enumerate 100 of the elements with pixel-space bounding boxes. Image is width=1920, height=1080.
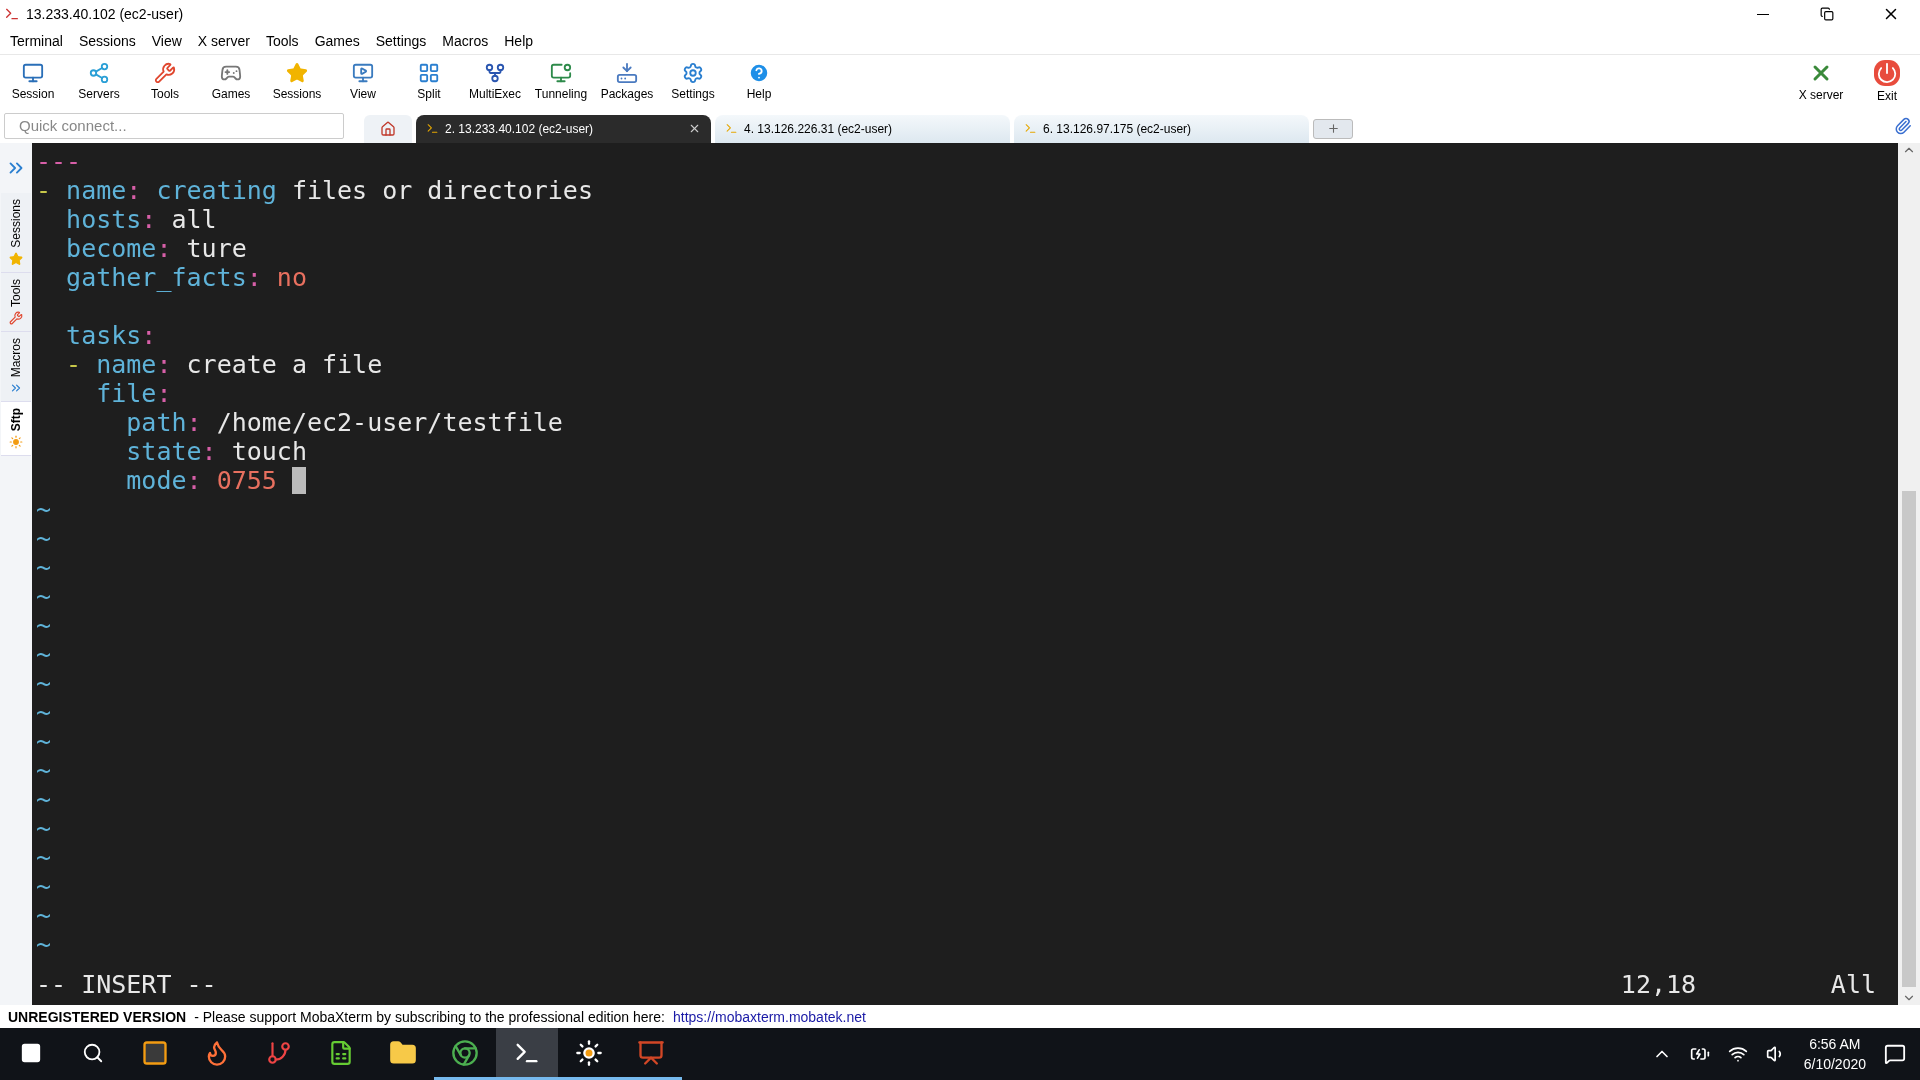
wrench-icon [154,62,176,85]
empty-line-marker: ~ [36,755,52,785]
wifi-icon[interactable] [1727,1044,1748,1064]
support-message: - Please support MobaXterm by subscribing to the professional edition here: [194,1008,665,1025]
power-icon [1874,60,1900,87]
folder-icon [389,1038,417,1067]
terminal-icon [725,122,738,136]
unregistered-label: UNREGISTERED VERSION [8,1008,187,1025]
toolbar-button[interactable]: X server [1788,54,1854,109]
quick-connect-field[interactable]: Quick connect... [4,112,344,139]
toolbar-button[interactable]: Help [726,54,792,109]
toolbar-button[interactable]: MultiExec [462,54,528,109]
empty-line-marker: ~ [36,668,52,698]
empty-line-marker: ~ [36,697,52,727]
monitor-icon [22,62,44,85]
menu-item[interactable]: Games [306,29,368,53]
monitor-icon [352,62,374,85]
restore-icon [1820,7,1834,21]
fork-icon [484,62,506,85]
wrench-icon [9,310,23,325]
editor-app-icon [141,1038,169,1067]
minimize-icon [1757,13,1769,15]
empty-line-marker: ~ [36,552,52,582]
website-link[interactable]: https://mobaxterm.mobatek.net [672,1008,866,1025]
code-line: --- [36,146,82,176]
toolbar-button[interactable]: View [330,54,396,109]
menu-item[interactable]: Sessions [70,29,144,53]
toolbar-button[interactable]: Settings [660,54,726,109]
code-line: gather_facts: no [65,262,307,292]
presentation-icon [637,1038,665,1067]
menu-item[interactable]: X server [189,29,258,53]
toolbar-button[interactable]: Tools [132,54,198,109]
session-tab[interactable]: 2. 13.233.40.102 (ec2-user) [416,114,711,143]
empty-line-marker: ~ [36,784,52,814]
session-tab[interactable]: 4. 13.126.226.31 (ec2-user) [715,114,1010,143]
empty-line-marker: ~ [36,726,52,756]
taskbar-app[interactable] [496,1028,558,1080]
notification-icon[interactable] [1884,1043,1906,1065]
toolbar-button[interactable]: Servers [66,54,132,109]
windows-icon [20,1041,42,1064]
sun-icon [575,1038,603,1067]
toolbar-button[interactable]: Split [396,54,462,109]
code-line: tasks: [65,320,157,350]
menu-item[interactable]: View [143,29,190,53]
app-icon [4,6,20,22]
sun-icon [9,435,23,450]
side-tab[interactable]: Sftp [1,401,31,457]
empty-line-marker: ~ [36,494,52,524]
home-icon [380,120,396,137]
gear-icon [682,62,704,85]
menu-item[interactable]: Help [496,29,542,53]
side-tab[interactable]: Tools [1,272,31,332]
empty-line-marker: ~ [36,929,52,959]
toolbar-button[interactable]: Packages [594,54,660,109]
code-line: - name: creating files or directories [36,175,593,205]
code-line: file: [95,378,172,408]
paperclip-icon[interactable] [1894,116,1912,135]
menu-item[interactable]: Macros [434,29,497,53]
empty-line-marker: ~ [36,610,52,640]
home-button[interactable] [364,114,412,143]
toolbar-button[interactable]: Games [198,54,264,109]
code-line: path: /home/ec2-user/testfile [125,407,563,437]
code-line: state: touch [125,436,307,466]
code-line: hosts: all [65,204,217,234]
help-icon [748,62,770,85]
scroll-position: All [1830,969,1876,999]
toolbar-button[interactable]: Session [0,54,66,109]
clock-time[interactable]: 6:56 AM [1809,1034,1861,1054]
monitor-icon [550,62,572,85]
toolbar-button[interactable]: Sessions [264,54,330,109]
menu-item[interactable]: Terminal [2,29,71,53]
spreadsheet-icon [328,1039,354,1066]
session-tab[interactable]: 6. 13.126.97.175 (ec2-user) [1014,114,1309,143]
terminal-icon [426,122,439,136]
cursor-position: 12,18 [1620,969,1698,999]
terminal-icon [1024,122,1037,136]
grid-icon [418,62,440,85]
editor-mode: -- INSERT -- [36,969,217,999]
plus-icon [1326,122,1340,136]
empty-line-marker: ~ [36,581,52,611]
toolbar-button[interactable]: Tunneling [528,54,594,109]
toolbar-button[interactable]: Exit [1854,54,1920,109]
menu-item[interactable]: Tools [257,29,307,53]
search-icon [82,1041,104,1064]
side-tab[interactable]: Macros [1,331,31,402]
empty-line-marker: ~ [36,871,52,901]
browser-icon [451,1038,479,1067]
empty-line-marker: ~ [36,639,52,669]
empty-line-marker: ~ [36,813,52,843]
side-tab[interactable]: Sessions [1,192,31,273]
star-icon [286,62,308,85]
empty-line-marker: ~ [36,900,52,930]
download-icon [616,62,638,85]
clock-date[interactable]: 6/10/2020 [1803,1054,1866,1074]
menu-item[interactable]: Settings [367,29,435,53]
branch-icon [266,1039,292,1066]
code-line: mode: 0755 [125,465,277,495]
scrollbar[interactable] [1898,142,1920,1006]
empty-line-marker: ~ [36,523,52,553]
empty-line-marker: ~ [36,842,52,872]
